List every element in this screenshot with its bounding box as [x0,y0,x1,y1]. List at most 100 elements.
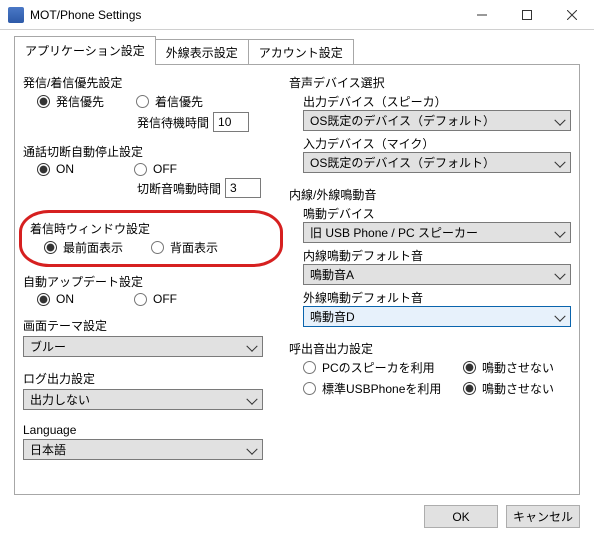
minimize-icon [477,10,487,20]
input-device-label: 入力デバイス（マイク） [303,135,571,152]
radio-window-front[interactable]: 最前面表示 [44,239,123,256]
radio-autostop-on[interactable]: ON [37,162,74,176]
minimize-button[interactable] [459,0,504,30]
chevron-down-icon [554,156,565,167]
group-incoming-window: 着信時ウィンドウ設定 [30,220,272,237]
radio-usb-phone[interactable]: 標準USBPhoneを利用 [303,380,453,397]
radio-label: OFF [153,292,177,306]
output-device-select[interactable]: OS既定のデバイス（デフォルト） [303,110,571,131]
select-value: 鳴動音A [310,266,354,283]
chevron-down-icon [554,268,565,279]
close-icon [567,10,577,20]
close-button[interactable] [549,0,594,30]
cancel-button[interactable]: キャンセル [506,505,580,528]
radio-label: OFF [153,162,177,176]
select-value: 日本語 [30,441,66,458]
radio-input[interactable] [303,382,316,395]
ring-device-label: 鳴動デバイス [303,205,571,222]
radio-input[interactable] [463,361,476,374]
tab-account-settings[interactable]: アカウント設定 [248,39,354,65]
select-value: 出力しない [30,391,90,408]
external-ring-label: 外線鳴動デフォルト音 [303,289,571,306]
button-label: OK [452,510,469,524]
radio-input[interactable] [134,293,147,306]
cut-duration-input[interactable] [225,178,261,198]
radio-input[interactable] [134,163,147,176]
chevron-down-icon [554,310,565,321]
settings-panel: 発信/着信優先設定 発信優先 着信優先 発信待機時間 通話切断自動停止設定 [14,65,580,495]
radio-no-ring-1[interactable]: 鳴動させない [463,359,571,376]
tab-external-display[interactable]: 外線表示設定 [155,39,249,65]
radio-label: 背面表示 [170,239,218,256]
radio-autostop-off[interactable]: OFF [134,162,177,176]
radio-autoupdate-off[interactable]: OFF [134,292,177,306]
select-value: 鳴動音D [310,308,355,325]
output-device-label: 出力デバイス（スピーカ） [303,93,571,110]
radio-autoupdate-on[interactable]: ON [37,292,74,306]
left-column: 発信/着信優先設定 発信優先 着信優先 発信待機時間 通話切断自動停止設定 [23,71,283,484]
radio-label: 鳴動させない [482,380,554,397]
app-icon [8,7,24,23]
log-select[interactable]: 出力しない [23,389,263,410]
titlebar: MOT/Phone Settings [0,0,594,30]
radio-input[interactable] [136,95,149,108]
radio-priority-outgoing[interactable]: 発信優先 [37,93,104,110]
internal-ring-select[interactable]: 鳴動音A [303,264,571,285]
maximize-button[interactable] [504,0,549,30]
group-auto-update: 自動アップデート設定 [23,273,283,290]
radio-label: ON [56,162,74,176]
radio-label: 発信優先 [56,93,104,110]
radio-input[interactable] [151,241,164,254]
ring-device-select[interactable]: 旧 USB Phone / PC スピーカー [303,222,571,243]
radio-input[interactable] [44,241,57,254]
radio-window-back[interactable]: 背面表示 [151,239,218,256]
radio-input[interactable] [303,361,316,374]
radio-input[interactable] [37,95,50,108]
language-select[interactable]: 日本語 [23,439,263,460]
ok-button[interactable]: OK [424,505,498,528]
highlight-annotation: 着信時ウィンドウ設定 最前面表示 背面表示 [19,210,283,267]
radio-input[interactable] [37,293,50,306]
chevron-down-icon [246,340,257,351]
theme-select[interactable]: ブルー [23,336,263,357]
group-language: Language [23,423,283,437]
internal-ring-label: 内線鳴動デフォルト音 [303,247,571,264]
select-value: OS既定のデバイス（デフォルト） [310,112,495,129]
select-value: ブルー [30,338,66,355]
tab-label: アカウント設定 [259,46,343,60]
chevron-down-icon [246,393,257,404]
radio-label: ON [56,292,74,306]
external-ring-select[interactable]: 鳴動音D [303,306,571,327]
radio-no-ring-2[interactable]: 鳴動させない [463,380,571,397]
group-call-priority: 発信/着信優先設定 [23,74,283,91]
radio-label: PCのスピーカを利用 [322,359,435,376]
group-ring-tone: 内線/外線鳴動音 [289,186,571,203]
select-value: OS既定のデバイス（デフォルト） [310,154,495,171]
cut-duration-label: 切断音鳴動時間 [137,180,221,197]
chevron-down-icon [554,226,565,237]
radio-pc-speaker[interactable]: PCのスピーカを利用 [303,359,453,376]
input-device-select[interactable]: OS既定のデバイス（デフォルト） [303,152,571,173]
group-theme: 画面テーマ設定 [23,317,283,334]
tab-application-settings[interactable]: アプリケーション設定 [14,36,156,64]
radio-label: 最前面表示 [63,239,123,256]
button-label: キャンセル [513,510,573,524]
group-auto-stop: 通話切断自動停止設定 [23,143,283,160]
radio-label: 着信優先 [155,93,203,110]
select-value: 旧 USB Phone / PC スピーカー [310,224,478,241]
radio-label: 鳴動させない [482,359,554,376]
wait-time-input[interactable] [213,112,249,132]
maximize-icon [522,10,532,20]
tab-label: 外線表示設定 [166,46,238,60]
radio-input[interactable] [37,163,50,176]
chevron-down-icon [246,443,257,454]
radio-priority-incoming[interactable]: 着信優先 [136,93,203,110]
radio-input[interactable] [463,382,476,395]
tab-label: アプリケーション設定 [25,44,145,58]
button-bar: OK キャンセル [0,501,594,538]
group-log: ログ出力設定 [23,370,283,387]
wait-time-label: 発信待機時間 [137,114,209,131]
window-title: MOT/Phone Settings [30,8,149,22]
radio-label: 標準USBPhoneを利用 [322,380,441,397]
group-ring-output: 呼出音出力設定 [289,340,571,357]
